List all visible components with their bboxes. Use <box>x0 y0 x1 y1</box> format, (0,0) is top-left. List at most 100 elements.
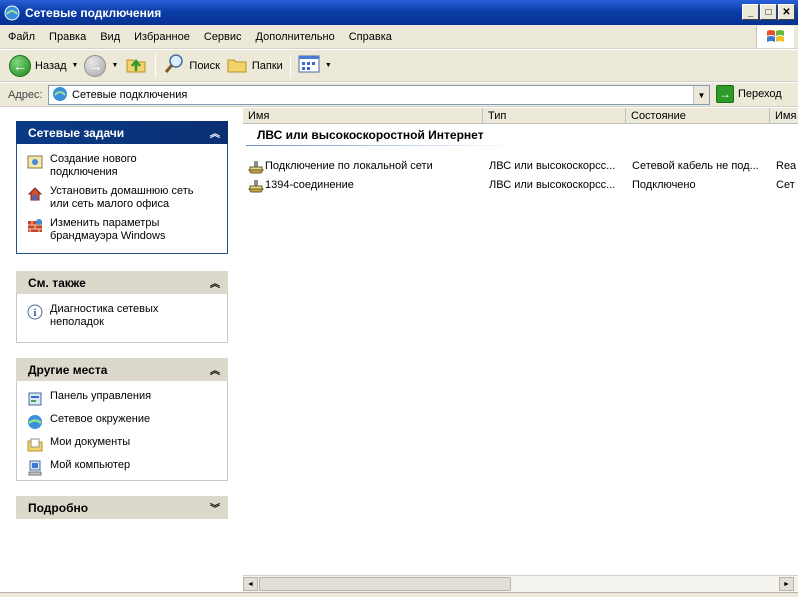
folders-icon <box>226 53 248 78</box>
network-connections-icon <box>4 5 20 21</box>
menu-file[interactable]: Файл <box>0 31 42 43</box>
details-header[interactable]: Подробно ︾ <box>16 496 228 519</box>
task-label: Диагностика сетевых <box>50 303 159 315</box>
control-panel-icon <box>27 391 43 407</box>
collapse-chevron-icon[interactable]: ︽ <box>210 362 220 377</box>
connection-type: ЛВС или высокоскорсс... <box>489 179 616 191</box>
address-bar: Адрес: Сетевые подключения ▼ → Переход <box>0 83 798 107</box>
place-label: Сетевое окружение <box>50 413 151 425</box>
column-header-device-name[interactable]: Имя <box>770 108 798 124</box>
windows-logo-icon <box>756 26 794 48</box>
details-panel: Подробно ︾ <box>16 496 228 519</box>
group-title: ЛВС или высокоскоростной Интернет <box>257 128 484 142</box>
group-divider <box>246 145 514 146</box>
menu-view[interactable]: Вид <box>93 31 127 43</box>
menu-edit[interactable]: Правка <box>42 31 93 43</box>
go-label: Переход <box>738 88 782 100</box>
forward-dropdown-icon[interactable]: ▼ <box>111 62 118 69</box>
address-input[interactable]: Сетевые подключения ▼ <box>48 85 710 105</box>
scroll-right-icon[interactable]: ► <box>779 577 794 591</box>
address-dropdown-icon[interactable]: ▼ <box>693 86 709 104</box>
back-label: Назад <box>35 59 67 72</box>
lan-connection-icon <box>248 157 264 175</box>
horizontal-scrollbar[interactable]: ◄ ► <box>243 575 798 592</box>
task-firewall-settings[interactable]: Изменить параметры брандмауэра Windows <box>27 217 221 243</box>
home-network-icon <box>27 186 43 202</box>
back-arrow-icon: ← <box>9 54 31 77</box>
task-label: Изменить параметры <box>50 217 160 229</box>
place-my-computer[interactable]: Мой компьютер <box>27 459 221 476</box>
lan-connection-icon <box>248 176 264 194</box>
see-also-header[interactable]: См. также ︽ <box>16 271 228 294</box>
other-places-title: Другие места <box>28 362 108 377</box>
go-button[interactable]: → Переход <box>716 85 782 103</box>
collapse-chevron-icon[interactable]: ︽ <box>210 275 220 290</box>
search-button[interactable]: Поиск <box>160 52 222 80</box>
see-also-panel: См. также ︽ i Диагностика сетевых неполад… <box>16 271 228 343</box>
connection-row[interactable]: Подключение по локальной сети ЛВС или вы… <box>243 157 798 175</box>
my-computer-icon <box>27 460 43 476</box>
folders-button[interactable]: Папки <box>223 52 286 80</box>
search-icon <box>163 53 185 78</box>
network-tasks-header[interactable]: Сетевые задачи ︽ <box>16 121 228 144</box>
column-headers: Имя Тип Состояние Имя <box>243 108 798 124</box>
menu-favorites[interactable]: Избранное <box>127 31 197 43</box>
place-label: Мой компьютер <box>50 459 131 471</box>
network-tasks-panel: Сетевые задачи ︽ Создание нового подключе… <box>16 121 228 254</box>
toolbar-separator <box>155 53 157 78</box>
expand-chevron-icon[interactable]: ︾ <box>210 500 220 515</box>
scroll-left-icon[interactable]: ◄ <box>243 577 258 591</box>
maximize-button[interactable]: □ <box>760 4 777 20</box>
menu-tools[interactable]: Сервис <box>197 31 249 43</box>
back-dropdown-icon[interactable]: ▼ <box>72 62 79 69</box>
collapse-chevron-icon[interactable]: ︽ <box>210 125 220 140</box>
firewall-icon <box>27 218 43 234</box>
toolbar-separator <box>289 53 291 78</box>
connection-device: Rea <box>776 160 797 172</box>
network-connections-icon <box>52 86 68 105</box>
column-header-status[interactable]: Состояние <box>626 108 770 124</box>
back-button[interactable]: ← Назад ▼ <box>6 52 81 80</box>
go-arrow-icon: → <box>716 85 734 103</box>
task-pane: Сетевые задачи ︽ Создание нового подключе… <box>0 108 243 588</box>
connection-status: Подключено <box>632 179 696 191</box>
task-label: Установить домашнюю сеть <box>50 185 194 197</box>
place-label: Панель управления <box>50 390 152 402</box>
task-create-connection[interactable]: Создание нового подключения <box>27 153 221 179</box>
menu-bar: Файл Правка Вид Избранное Сервис Дополни… <box>0 25 798 49</box>
info-icon: i <box>27 304 43 320</box>
views-button[interactable]: ▼ <box>295 52 335 80</box>
up-folder-icon <box>124 52 148 79</box>
connection-device: Сет <box>776 179 795 191</box>
up-folder-button[interactable] <box>121 52 151 80</box>
place-network-neighborhood[interactable]: Сетевое окружение <box>27 413 221 430</box>
details-title: Подробно <box>28 500 89 515</box>
forward-arrow-icon: → <box>84 54 107 77</box>
connection-status: Сетевой кабель не под... <box>632 160 759 172</box>
connection-name: 1394-соединение <box>265 179 354 191</box>
place-my-documents[interactable]: Мои документы <box>27 436 221 453</box>
connection-row[interactable]: 1394-соединение ЛВС или высокоскорсс... … <box>243 176 798 194</box>
minimize-button[interactable]: _ <box>742 4 759 20</box>
task-diagnose-network[interactable]: i Диагностика сетевых неполадок <box>27 303 221 329</box>
task-label: брандмауэра Windows <box>50 230 166 242</box>
place-control-panel[interactable]: Панель управления <box>27 390 221 407</box>
close-button[interactable]: ✕ <box>778 4 795 20</box>
file-list-view: Имя Тип Состояние Имя ЛВС или высокоскор… <box>243 108 798 578</box>
other-places-header[interactable]: Другие места ︽ <box>16 358 228 381</box>
menu-help[interactable]: Справка <box>342 31 399 43</box>
menu-advanced[interactable]: Дополнительно <box>249 31 342 43</box>
scrollbar-thumb[interactable] <box>259 577 511 591</box>
column-header-name[interactable]: Имя <box>243 108 483 124</box>
task-label: или сеть малого офиса <box>50 198 170 210</box>
other-places-panel: Другие места ︽ Панель управления Сетевое… <box>16 358 228 481</box>
views-dropdown-icon[interactable]: ▼ <box>325 62 332 69</box>
status-bar <box>0 592 798 597</box>
connection-name: Подключение по локальной сети <box>265 160 433 172</box>
network-tasks-title: Сетевые задачи <box>28 125 125 140</box>
network-neighborhood-icon <box>27 414 43 430</box>
task-home-network[interactable]: Установить домашнюю сеть или сеть малого … <box>27 185 221 211</box>
forward-button[interactable]: → ▼ <box>81 52 121 80</box>
task-label: Создание нового <box>50 153 137 165</box>
column-header-type[interactable]: Тип <box>483 108 626 124</box>
